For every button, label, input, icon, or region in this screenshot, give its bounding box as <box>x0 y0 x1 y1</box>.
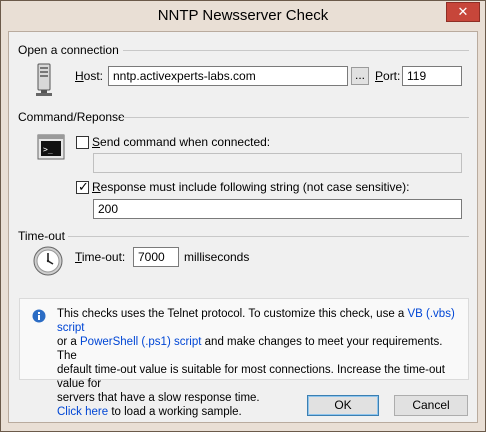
group-divider <box>123 50 469 51</box>
clock-icon <box>33 246 63 276</box>
port-input[interactable]: 119 <box>402 66 462 86</box>
send-command-checkbox[interactable] <box>76 136 89 149</box>
info-line: This checks uses the Telnet protocol. To… <box>57 308 408 320</box>
window-title: NNTP Newsserver Check <box>157 7 329 24</box>
timeout-label: Time-out: <box>75 250 126 264</box>
host-label: Host: <box>75 69 104 83</box>
close-button[interactable]: ✕ <box>446 2 480 22</box>
title-bar[interactable]: NNTP Newsserver Check ✕ <box>1 1 485 31</box>
info-panel: This checks uses the Telnet protocol. To… <box>19 298 469 418</box>
info-line: default time-out value is suitable for m… <box>57 364 446 390</box>
response-input[interactable]: 200 <box>93 199 462 219</box>
connection-group-title: Open a connection <box>18 43 119 57</box>
timeout-input[interactable]: 7000 <box>133 247 179 267</box>
response-checkbox[interactable]: ✓ <box>76 179 89 194</box>
click-here-link[interactable]: Click here <box>57 406 108 418</box>
checkmark-icon: ✓ <box>78 179 89 194</box>
cancel-button[interactable]: Cancel <box>394 395 468 416</box>
send-command-label[interactable]: Send command when connected: <box>92 135 270 149</box>
svg-text:>_: >_ <box>43 145 53 154</box>
info-icon <box>32 309 46 323</box>
powershell-script-link[interactable]: PowerShell (.ps1) script <box>80 336 201 348</box>
group-divider <box>121 117 469 118</box>
terminal-icon: >_ <box>37 134 65 160</box>
info-line: to load a working sample. <box>108 406 242 418</box>
command-group-title: Command/Reponse <box>18 110 125 124</box>
timeout-unit: milliseconds <box>184 250 250 264</box>
dialog-body: Open a connection Host: nntp.activexpert… <box>8 31 478 423</box>
browse-button[interactable]: ... <box>351 67 369 85</box>
ok-button[interactable]: OK <box>307 395 379 416</box>
response-label[interactable]: Response must include following string (… <box>92 180 410 194</box>
group-divider <box>68 236 469 237</box>
host-input[interactable]: nntp.activexperts-labs.com <box>108 66 348 86</box>
info-line: or a <box>57 336 81 348</box>
port-label: Port: <box>375 69 401 83</box>
timeout-group-title: Time-out <box>18 229 65 243</box>
send-command-input[interactable] <box>93 153 462 173</box>
server-icon <box>36 63 52 96</box>
dialog-window: NNTP Newsserver Check ✕ Open a connectio… <box>0 0 486 432</box>
